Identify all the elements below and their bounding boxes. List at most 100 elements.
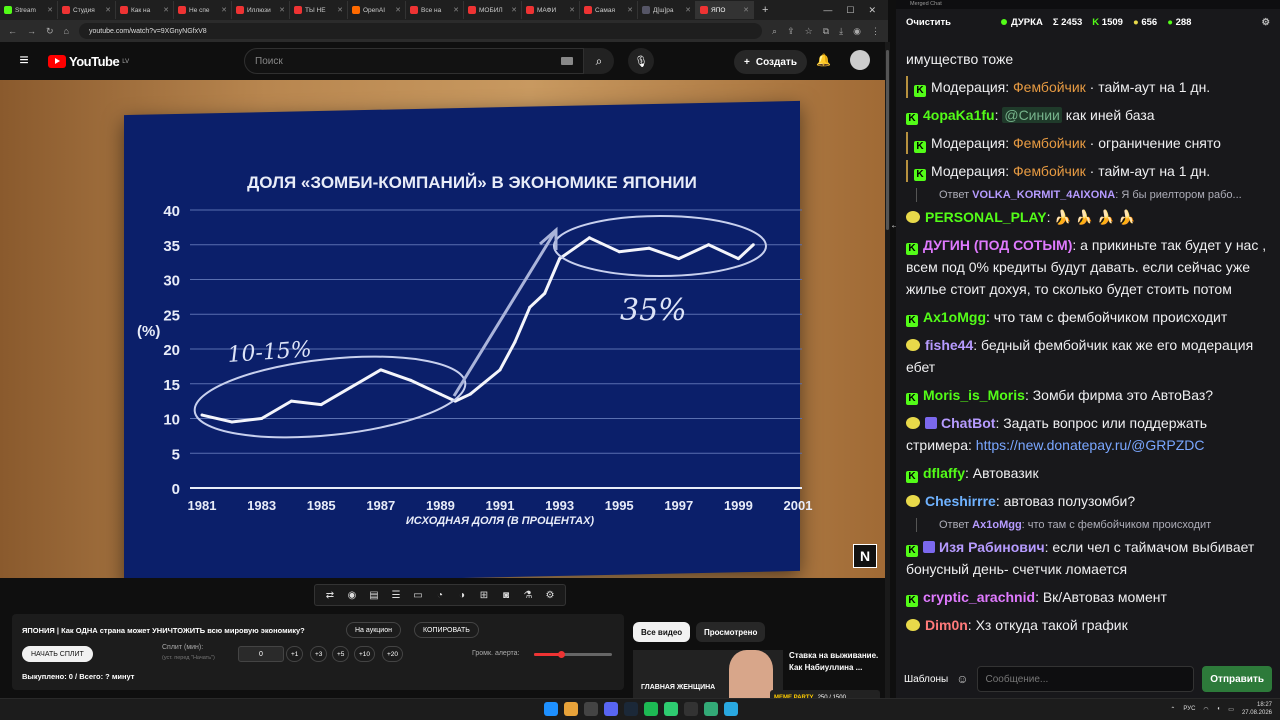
close-icon[interactable]: ✕ — [868, 5, 876, 16]
browser-tab[interactable]: Студия ✕ — [58, 1, 116, 19]
tab-close-icon[interactable]: ✕ — [511, 6, 517, 14]
extensions-icon[interactable]: ⧉ — [823, 26, 829, 37]
voice-search-button[interactable]: 🎙 — [628, 48, 654, 74]
clock[interactable]: 18:27 27.08.2026 — [1242, 701, 1272, 717]
flask-icon[interactable]: ⚗ — [519, 587, 537, 603]
auction-button[interactable]: На аукцион — [346, 622, 401, 638]
youtube-logo[interactable]: YouTube LV — [48, 54, 238, 69]
home-icon[interactable]: ⌂ — [64, 26, 69, 36]
tab-close-icon[interactable]: ✕ — [337, 6, 343, 14]
volume-icon[interactable]: ◖ — [1217, 706, 1221, 712]
increment-button[interactable]: +5 — [332, 646, 350, 662]
moderation-target[interactable]: Фембойчик — [1013, 79, 1086, 95]
chapters-icon[interactable]: ☰ — [387, 587, 405, 603]
reply-username[interactable]: VOLKA_KORMIT_4AIXONA — [972, 189, 1115, 201]
browser-tab[interactable]: Как на ✕ — [116, 1, 174, 19]
username[interactable]: 4opaKa1fu — [923, 107, 995, 123]
username[interactable]: Dim0n — [925, 617, 968, 633]
username[interactable]: dflaffy — [923, 465, 965, 481]
share-icon[interactable]: ⇪ — [787, 26, 795, 37]
tab-close-icon[interactable]: ✕ — [569, 6, 575, 14]
tab-close-icon[interactable]: ✕ — [743, 6, 749, 14]
create-button[interactable]: + Создать — [734, 50, 807, 74]
telegram-icon[interactable] — [724, 702, 738, 716]
search-button[interactable]: ⌕ — [584, 48, 614, 74]
copy-button[interactable]: КОПИРОВАТЬ — [414, 622, 479, 638]
steam-icon[interactable] — [624, 702, 638, 716]
browser-tab[interactable]: Иллюзи ✕ — [232, 1, 290, 19]
notifications-bell-icon[interactable]: 🔔 — [816, 53, 831, 67]
increment-button[interactable]: +10 — [354, 646, 376, 662]
settings-icon[interactable]: ⚙ — [541, 587, 559, 603]
settings-gear-icon[interactable]: ⚙ — [1261, 17, 1270, 28]
minimize-icon[interactable]: — — [823, 5, 832, 16]
app-icon[interactable] — [664, 702, 678, 716]
browser-tab[interactable]: OpenAI ✕ — [348, 1, 406, 19]
terminal-icon[interactable] — [584, 702, 598, 716]
hamburger-menu-icon[interactable]: ≡ — [0, 52, 48, 70]
search-input[interactable]: Поиск — [244, 48, 584, 74]
username[interactable]: Moris_is_Moris — [923, 387, 1025, 403]
reply-username[interactable]: Ax1oMgg — [972, 519, 1022, 531]
username[interactable]: Изя Рабинович — [939, 539, 1045, 555]
clear-button[interactable]: Очистить — [906, 17, 951, 28]
app2-icon[interactable] — [704, 702, 718, 716]
volume-knob[interactable] — [558, 651, 566, 658]
battery-icon[interactable]: ▭ — [1228, 706, 1234, 713]
spotify-icon[interactable] — [644, 702, 658, 716]
tab-close-icon[interactable]: ✕ — [395, 6, 401, 14]
chrome-icon[interactable] — [564, 702, 578, 716]
star-icon[interactable]: ☆ — [805, 26, 813, 37]
tab-close-icon[interactable]: ✕ — [105, 6, 111, 14]
maximize-icon[interactable]: ☐ — [846, 5, 854, 16]
tab-close-icon[interactable]: ✕ — [685, 6, 691, 14]
miniplayer-icon[interactable]: ▭ — [409, 587, 427, 603]
zoom-icon[interactable]: ⌕ — [772, 26, 777, 37]
browser-tab[interactable]: Все на ✕ — [406, 1, 464, 19]
message-input[interactable]: Сообщение... — [976, 666, 1195, 692]
subtitles-icon[interactable]: ▤ — [365, 587, 383, 603]
browser-tab[interactable]: ТЫ НЕ ✕ — [290, 1, 348, 19]
back-icon[interactable]: ← — [8, 26, 17, 36]
tab-close-icon[interactable]: ✕ — [221, 6, 227, 14]
menu-icon[interactable]: ⋮ — [871, 26, 880, 37]
username[interactable]: ДУГИН (ПОД СОТЫМ) — [923, 237, 1072, 253]
avatar[interactable] — [850, 50, 870, 70]
send-button[interactable]: Отправить — [1202, 666, 1272, 692]
username[interactable]: Ax1oMgg — [923, 309, 986, 325]
channel-watermark-icon[interactable]: N — [853, 544, 877, 568]
camera-icon[interactable]: ◙ — [497, 587, 515, 603]
url-field[interactable]: youtube.com/watch?v=9XGnyNGfxV8 — [78, 23, 763, 39]
screenshot-icon[interactable]: ⊞ — [475, 587, 493, 603]
tray-chevron-icon[interactable]: ⌃ — [1170, 706, 1175, 713]
username[interactable]: ChatBot — [941, 415, 995, 431]
browser-tab[interactable]: МАФИ ✕ — [522, 1, 580, 19]
alert-volume-slider[interactable] — [534, 651, 612, 658]
start-menu-icon[interactable] — [544, 702, 558, 716]
username[interactable]: fishe44 — [925, 337, 973, 353]
new-tab-icon[interactable]: + — [754, 4, 776, 16]
templates-button[interactable]: Шаблоны — [904, 674, 948, 685]
browser-tab[interactable]: Не спе ✕ — [174, 1, 232, 19]
tab-close-icon[interactable]: ✕ — [163, 6, 169, 14]
scrollbar-thumb[interactable] — [886, 50, 889, 230]
username[interactable]: cryptic_arachnid — [923, 589, 1035, 605]
keyboard-icon[interactable] — [561, 57, 573, 65]
speed-icon[interactable]: ◑ — [453, 587, 471, 603]
mention[interactable]: @Синии — [1002, 107, 1062, 123]
filter-all-videos[interactable]: Все видео — [633, 622, 691, 642]
recommended-title[interactable]: Ставка на выживание. Как Набиуллина ... — [789, 650, 879, 674]
start-split-button[interactable]: НАЧАТЬ СПЛИТ — [22, 646, 93, 662]
moderation-target[interactable]: Фембойчик — [1013, 135, 1086, 151]
reload-icon[interactable]: ↻ — [46, 26, 54, 37]
browser-tab[interactable]: МОБИЛ ✕ — [464, 1, 522, 19]
tab-close-icon[interactable]: ✕ — [453, 6, 459, 14]
username[interactable]: PERSONAL_PLAY — [925, 209, 1047, 225]
browser-tab[interactable]: Stream ✕ — [0, 1, 58, 19]
emoji-icon[interactable]: ☺ — [956, 672, 968, 686]
video-player[interactable]: ДОЛЯ «ЗОМБИ-КОМПАНИЙ» В ЭКОНОМИКЕ ЯПОНИИ… — [0, 80, 885, 578]
network-icon[interactable]: ◠ — [1203, 706, 1208, 713]
increment-button[interactable]: +20 — [382, 646, 404, 662]
browser-tab[interactable]: Д[ш]ра ✕ — [638, 1, 696, 19]
username[interactable]: Cheshirrre — [925, 493, 996, 509]
